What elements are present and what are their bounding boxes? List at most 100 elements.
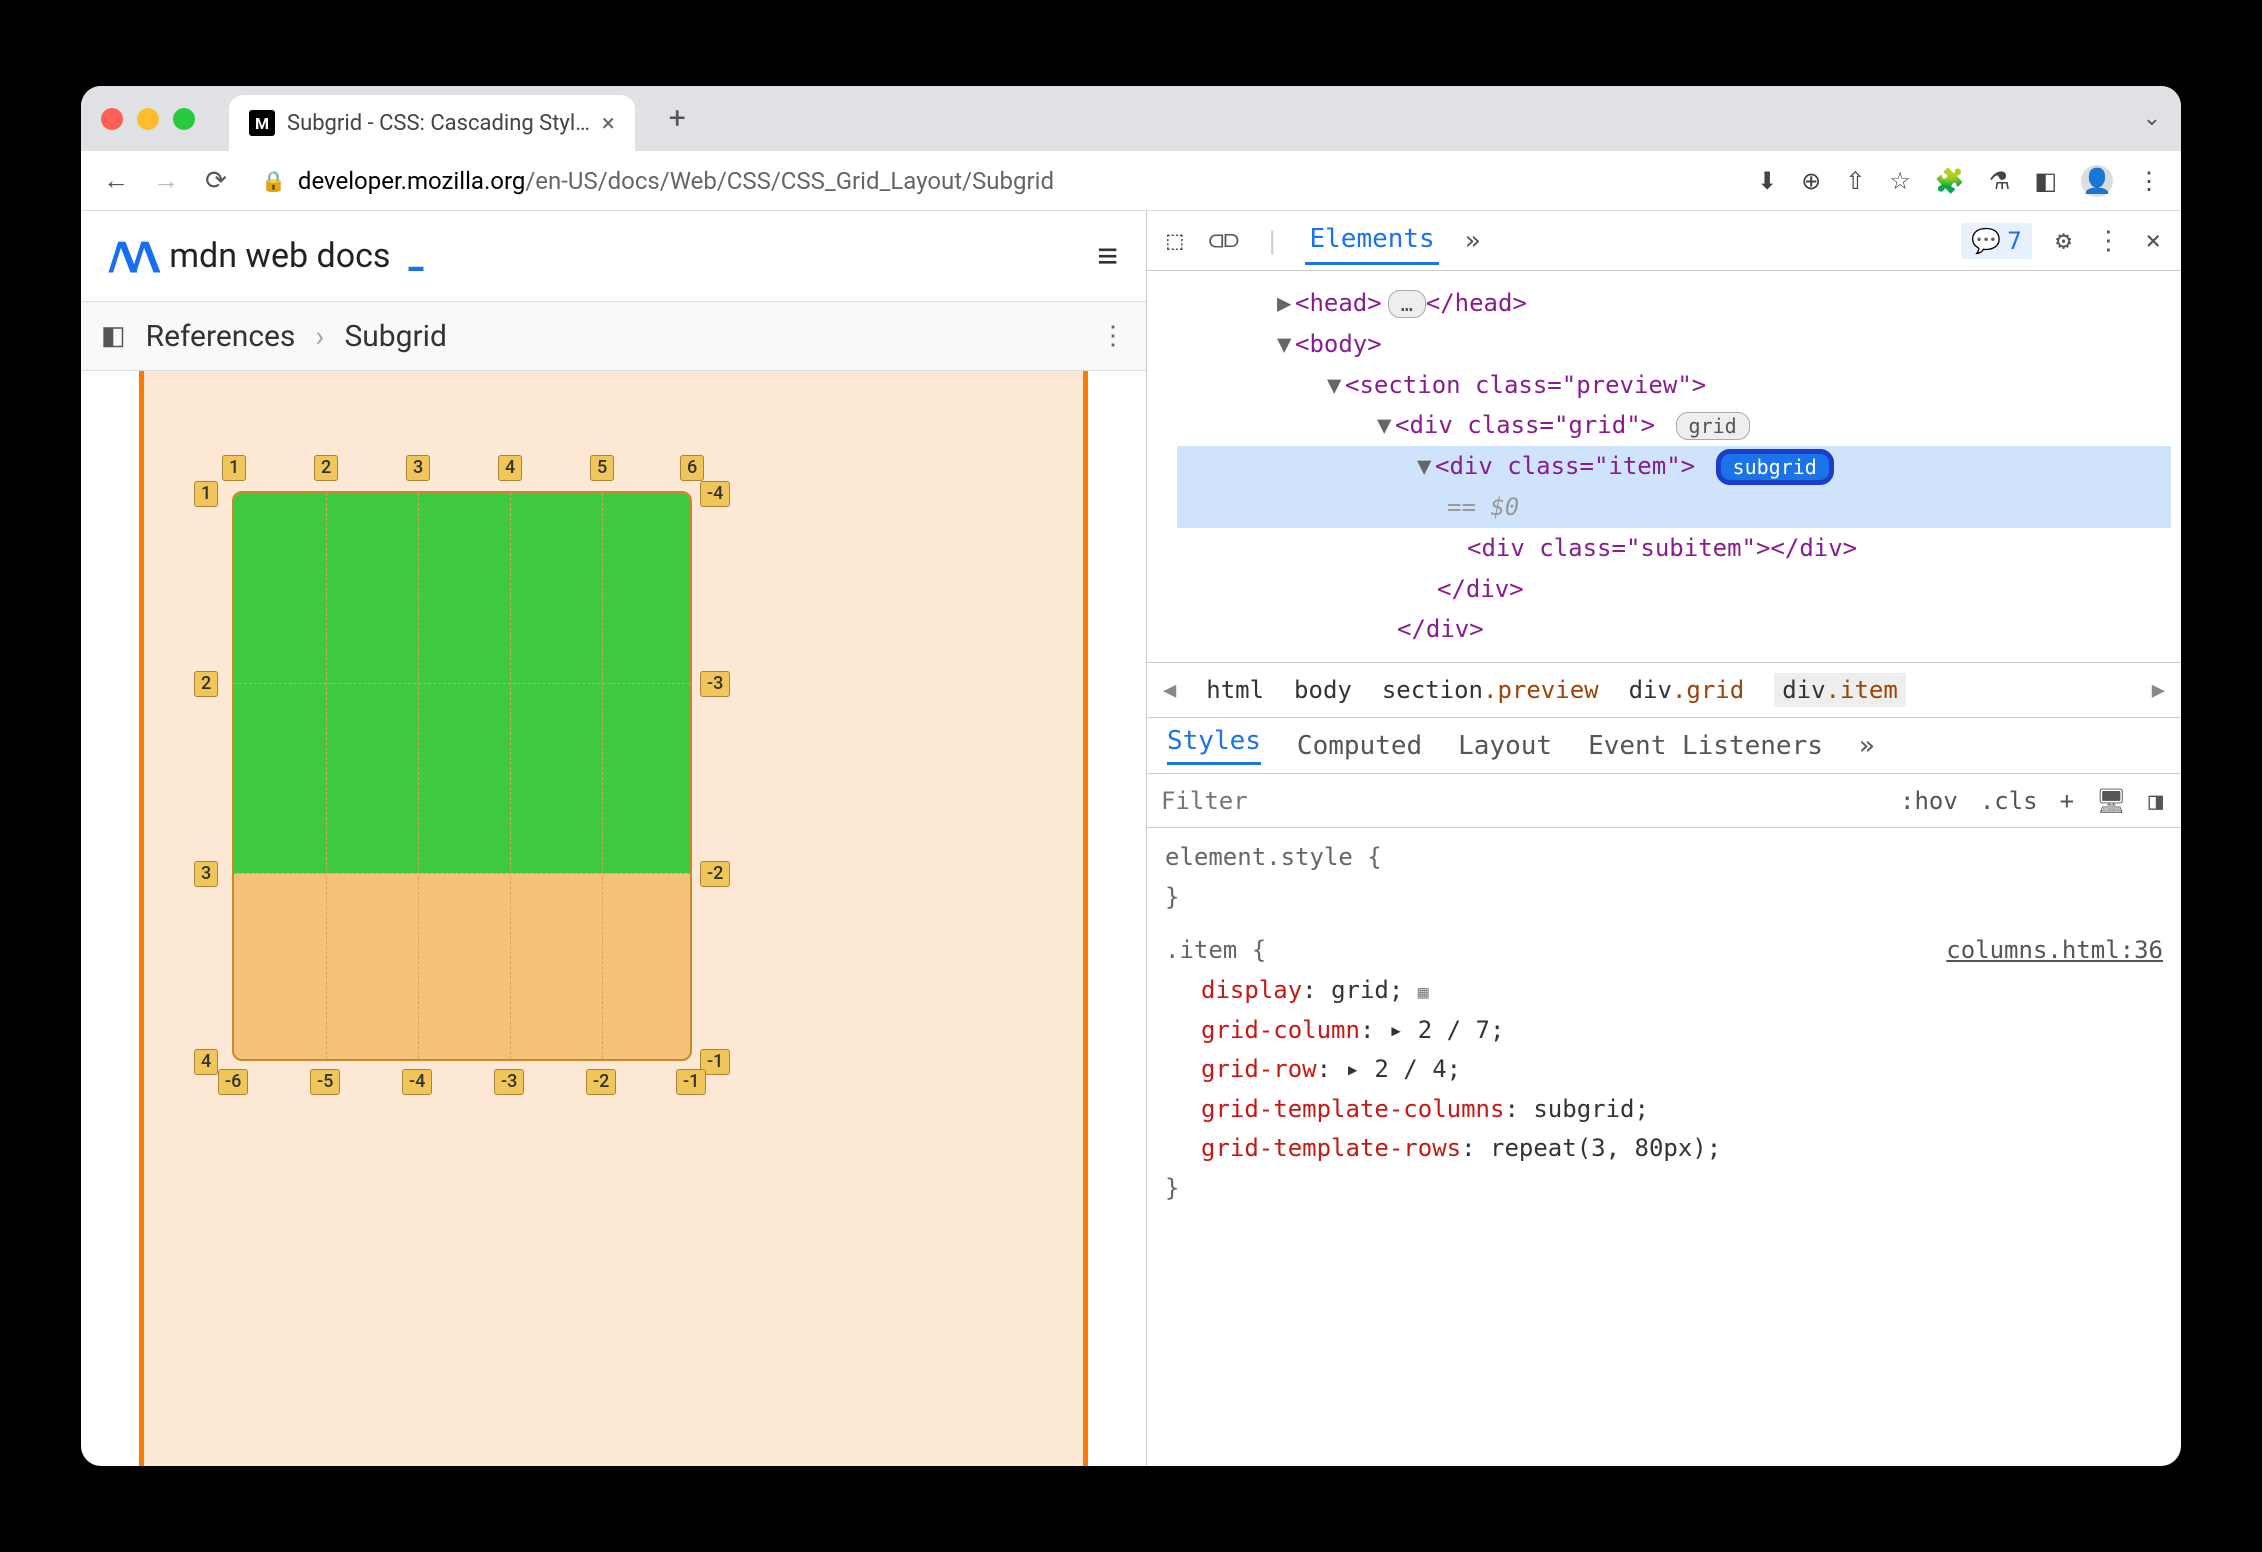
crumb-section[interactable]: section.preview bbox=[1382, 676, 1599, 704]
share-icon[interactable]: ⇧ bbox=[1845, 167, 1865, 195]
styles-filter-row: :hov .cls + 🖥 ◨ bbox=[1147, 774, 2181, 828]
grid-line-label: -4 bbox=[402, 1069, 432, 1095]
grid-line-label: -2 bbox=[700, 861, 730, 887]
forward-button[interactable]: → bbox=[151, 165, 181, 196]
device-toggle-icon[interactable]: ⫏⫐ bbox=[1209, 225, 1239, 256]
inspect-icon[interactable]: ⬚ bbox=[1167, 226, 1183, 256]
maximize-window-button[interactable] bbox=[173, 108, 195, 130]
menu-button[interactable]: ⋮ bbox=[2137, 167, 2161, 195]
breadcrumb-subgrid[interactable]: Subgrid bbox=[344, 319, 446, 354]
mdn-logo[interactable]: /\/\ mdn web docs _ bbox=[109, 233, 423, 280]
grid-line-label: 1 bbox=[222, 455, 246, 481]
back-button[interactable]: ← bbox=[101, 165, 131, 196]
grid-line-label: -3 bbox=[494, 1069, 524, 1095]
grid-line-label: -2 bbox=[586, 1069, 616, 1095]
devtools-pane: ⬚ ⫏⫐ | Elements » 💬 7 ⚙ ⋮ × ▶<head>…</he… bbox=[1147, 211, 2181, 1466]
zoom-icon[interactable]: ⊕ bbox=[1801, 167, 1821, 195]
labs-icon[interactable]: ⚗ bbox=[1989, 167, 2011, 195]
subgrid-badge[interactable]: subgrid bbox=[1716, 449, 1834, 485]
downloads-icon[interactable]: ⬇ bbox=[1757, 167, 1777, 195]
crumb-body[interactable]: body bbox=[1294, 676, 1352, 704]
layout-tab[interactable]: Layout bbox=[1458, 731, 1552, 761]
lock-icon: 🔒 bbox=[261, 169, 286, 193]
crumb-item[interactable]: div.item bbox=[1774, 673, 1906, 707]
grid-line-label: 6 bbox=[680, 455, 704, 481]
grid-line-label: 5 bbox=[590, 455, 614, 481]
hov-toggle[interactable]: :hov bbox=[1900, 787, 1958, 815]
browser-tab[interactable]: M Subgrid - CSS: Cascading Styl… × bbox=[229, 95, 635, 151]
url-text: developer.mozilla.org/en-US/docs/Web/CSS… bbox=[298, 167, 1054, 195]
mdn-logo-text: mdn web docs bbox=[169, 236, 390, 276]
elements-tab[interactable]: Elements bbox=[1305, 216, 1438, 265]
mdn-mark-icon: /\/\ bbox=[109, 233, 155, 280]
breadcrumb-separator-icon: › bbox=[315, 319, 324, 354]
close-devtools-icon[interactable]: × bbox=[2145, 226, 2161, 256]
grid-line-label: -6 bbox=[218, 1069, 248, 1095]
devtools-menu-icon[interactable]: ⋮ bbox=[2095, 226, 2121, 256]
grid-line-label: 4 bbox=[194, 1049, 218, 1075]
cursor-icon: _ bbox=[408, 236, 423, 276]
tab-title: Subgrid - CSS: Cascading Styl… bbox=[287, 111, 590, 136]
crumb-grid[interactable]: div.grid bbox=[1629, 676, 1745, 704]
toolbar-icons: ⬇ ⊕ ⇧ ☆ 🧩 ⚗ ◧ 👤 ⋮ bbox=[1757, 165, 2161, 197]
hamburger-menu-button[interactable]: ≡ bbox=[1097, 235, 1118, 277]
content-row: /\/\ mdn web docs _ ≡ ◧ References › Sub… bbox=[81, 211, 2181, 1466]
sidebar-toggle-icon[interactable]: ◧ bbox=[101, 321, 126, 351]
more-tabs-icon[interactable]: » bbox=[1465, 226, 1481, 256]
styles-filter-input[interactable] bbox=[1147, 787, 1882, 815]
page-pane: /\/\ mdn web docs _ ≡ ◧ References › Sub… bbox=[81, 211, 1147, 1466]
panel-icon[interactable]: ◧ bbox=[2034, 167, 2057, 195]
toggle-sidebar-icon[interactable]: ◨ bbox=[2149, 787, 2163, 815]
computed-sidebar-icon[interactable]: 🖥 bbox=[2096, 787, 2126, 815]
breadcrumb-references[interactable]: References bbox=[146, 319, 296, 354]
titlebar: M Subgrid - CSS: Cascading Styl… × + ⌄ bbox=[81, 86, 2181, 151]
grid-line-label: 2 bbox=[314, 455, 338, 481]
grid-line-label: -3 bbox=[700, 671, 730, 697]
reload-button[interactable]: ⟳ bbox=[201, 166, 231, 196]
breadcrumb-more-button[interactable]: ⋮ bbox=[1100, 321, 1126, 351]
cls-toggle[interactable]: .cls bbox=[1980, 787, 2038, 815]
settings-icon[interactable]: ⚙ bbox=[2056, 226, 2072, 256]
browser-window: M Subgrid - CSS: Cascading Styl… × + ⌄ ←… bbox=[81, 86, 2181, 1466]
favicon-icon: M bbox=[249, 110, 275, 136]
extensions-icon[interactable]: 🧩 bbox=[1935, 167, 1965, 195]
address-field[interactable]: 🔒 developer.mozilla.org/en-US/docs/Web/C… bbox=[261, 167, 1737, 195]
event-listeners-tab[interactable]: Event Listeners bbox=[1588, 731, 1823, 761]
close-window-button[interactable] bbox=[101, 108, 123, 130]
minimize-window-button[interactable] bbox=[137, 108, 159, 130]
styles-tabs: Styles Computed Layout Event Listeners » bbox=[1147, 718, 2181, 774]
grid-overlay: 1 2 3 4 5 6 1 2 3 4 -4 -3 -2 -1 bbox=[232, 491, 692, 1061]
profile-avatar[interactable]: 👤 bbox=[2081, 165, 2113, 197]
css-rules[interactable]: element.style { } .item {columns.html:36… bbox=[1147, 828, 2181, 1218]
grid-line-label: 4 bbox=[498, 455, 522, 481]
window-controls bbox=[101, 108, 195, 130]
subgrid-item bbox=[232, 491, 692, 1061]
grid-line-label: 3 bbox=[194, 861, 218, 887]
grid-line-label: -4 bbox=[700, 481, 730, 507]
mdn-header: /\/\ mdn web docs _ ≡ bbox=[81, 211, 1146, 301]
grid-icon[interactable]: ▦ bbox=[1418, 982, 1429, 1003]
bookmark-icon[interactable]: ☆ bbox=[1889, 167, 1911, 195]
tabs-dropdown-button[interactable]: ⌄ bbox=[2143, 106, 2161, 131]
breadcrumb-bar: ◧ References › Subgrid ⋮ bbox=[81, 301, 1146, 371]
new-rule-icon[interactable]: + bbox=[2060, 787, 2074, 815]
crumb-html[interactable]: html bbox=[1206, 676, 1264, 704]
styles-tab[interactable]: Styles bbox=[1167, 726, 1261, 765]
scroll-left-icon[interactable]: ◀ bbox=[1163, 678, 1176, 703]
preview-container: 1 2 3 4 5 6 1 2 3 4 -4 -3 -2 -1 bbox=[139, 371, 1088, 1466]
computed-tab[interactable]: Computed bbox=[1297, 731, 1422, 761]
grid-badge[interactable]: grid bbox=[1676, 412, 1750, 440]
grid-line-label: 2 bbox=[194, 671, 218, 697]
preview-area: 1 2 3 4 5 6 1 2 3 4 -4 -3 -2 -1 bbox=[81, 371, 1146, 1466]
issues-badge[interactable]: 💬 7 bbox=[1961, 223, 2031, 259]
grid-line-label: -1 bbox=[676, 1069, 706, 1095]
more-styles-tabs-icon[interactable]: » bbox=[1859, 731, 1875, 761]
dom-tree[interactable]: ▶<head>…</head> ▼<body> ▼<section class=… bbox=[1147, 271, 2181, 662]
new-tab-button[interactable]: + bbox=[669, 101, 686, 136]
grid-line-label: 3 bbox=[406, 455, 430, 481]
close-tab-button[interactable]: × bbox=[602, 109, 615, 137]
url-bar: ← → ⟳ 🔒 developer.mozilla.org/en-US/docs… bbox=[81, 151, 2181, 211]
dom-breadcrumb[interactable]: ◀ html body section.preview div.grid div… bbox=[1147, 662, 2181, 718]
scroll-right-icon[interactable]: ▶ bbox=[2152, 678, 2165, 703]
source-link[interactable]: columns.html:36 bbox=[1946, 931, 2163, 971]
